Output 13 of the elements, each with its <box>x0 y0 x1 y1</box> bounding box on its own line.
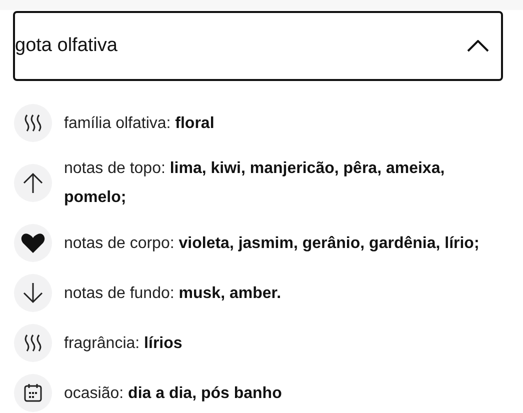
arrow-up-icon <box>14 164 52 202</box>
calendar-icon <box>14 374 52 412</box>
detail-text: fragrância: lírios <box>64 334 184 354</box>
detail-text: família olfativa: floral <box>64 114 216 134</box>
detail-text: notas de topo: lima, kiwi, manjericão, pêra, ameixa, pomelo; <box>64 159 446 208</box>
detail-text: notas de corpo: violeta, jasmim, gerânio, gardênia, lírio; <box>64 234 480 254</box>
chevron-up-icon <box>467 40 489 52</box>
steam-icon <box>14 104 52 142</box>
detail-text: notas de fundo: musk, amber. <box>64 284 282 304</box>
detail-text: ocasião: dia a dia, pós banho <box>64 384 283 404</box>
steam-icon <box>14 324 52 362</box>
accordion-header[interactable]: gota olfativa <box>13 11 503 81</box>
arrow-down-icon <box>14 274 52 312</box>
